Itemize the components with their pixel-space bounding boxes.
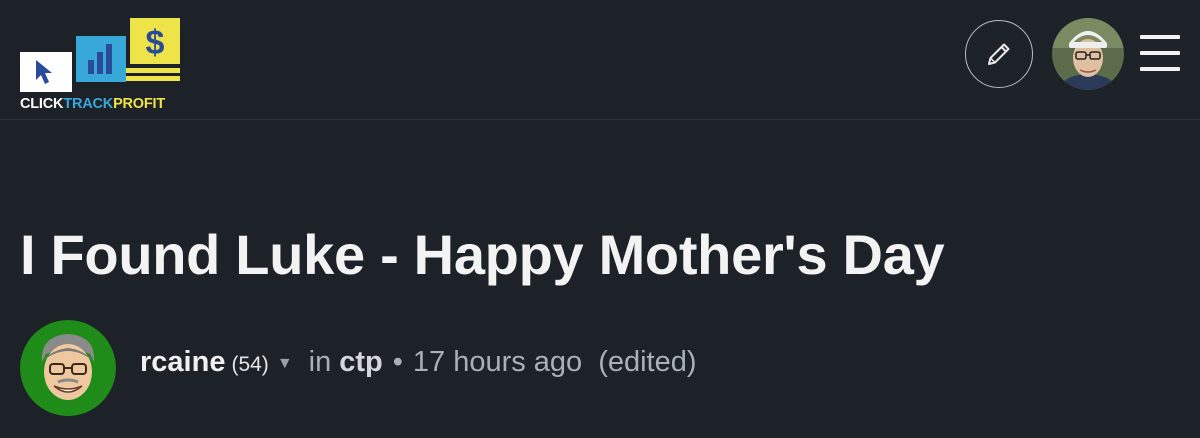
in-label: in <box>308 346 332 378</box>
edited-label: (edited) <box>598 346 697 378</box>
pencil-icon <box>988 43 1010 65</box>
author-avatar[interactable] <box>20 320 116 416</box>
author-avatar-image <box>20 320 116 416</box>
logo-text: CLICKTRACKPROFIT <box>20 96 165 112</box>
compose-post-button[interactable] <box>965 20 1033 88</box>
post-title: I Found Luke - Happy Mother's Day <box>20 223 945 286</box>
svg-text:$: $ <box>146 24 165 62</box>
meta-separator: • <box>392 346 403 378</box>
user-avatar-image <box>1052 18 1124 90</box>
author-reputation: (54) <box>231 353 269 376</box>
post-meta: rcaine (54) ▼ in ctp • 17 hours ago (edi… <box>140 346 697 386</box>
logo-text-track: TRACK <box>63 96 114 112</box>
logo-text-profit: PROFIT <box>113 96 166 112</box>
author-name-link[interactable]: rcaine <box>140 346 225 379</box>
menu-line <box>1140 51 1180 55</box>
site-header: $ CLICKTRACKPROFIT <box>0 0 1200 120</box>
menu-line <box>1140 35 1180 39</box>
user-avatar[interactable] <box>1052 18 1124 90</box>
chevron-down-icon[interactable]: ▼ <box>277 355 293 373</box>
logo-text-click: CLICK <box>20 96 64 112</box>
hamburger-menu-icon[interactable] <box>1138 33 1182 73</box>
post-timestamp[interactable]: 17 hours ago <box>413 346 582 379</box>
community-link[interactable]: ctp <box>339 346 383 379</box>
logo-graphic-icon: $ <box>20 18 180 92</box>
menu-line <box>1140 67 1180 71</box>
clicktrackprofit-logo[interactable]: $ CLICKTRACKPROFIT <box>18 16 182 116</box>
